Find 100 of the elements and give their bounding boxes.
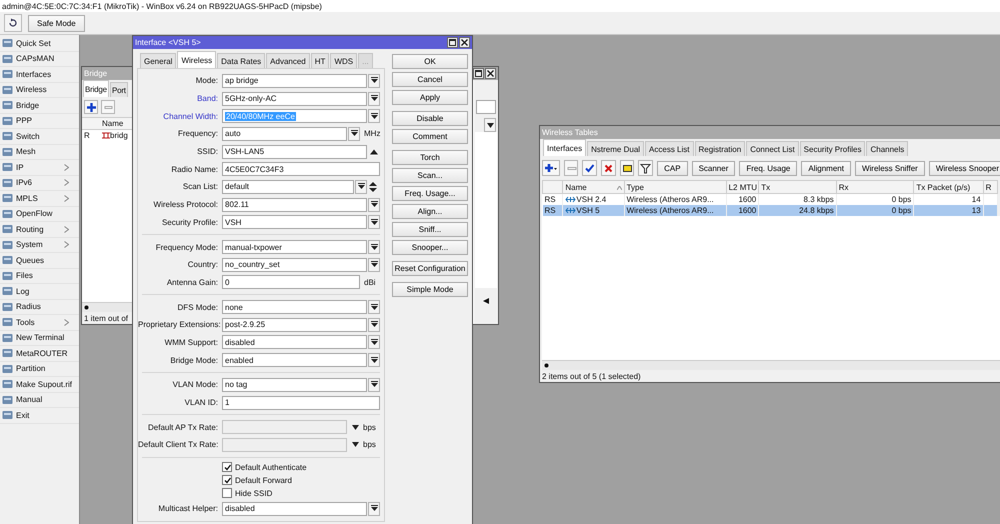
column-header[interactable]: Tx bbox=[761, 182, 770, 192]
sidebar-item[interactable]: Mesh bbox=[0, 144, 79, 160]
dropdown-button[interactable] bbox=[368, 502, 380, 516]
dropdown-arrow-icon[interactable] bbox=[352, 442, 359, 448]
dropdown-button[interactable] bbox=[368, 353, 380, 368]
note-icon[interactable] bbox=[622, 162, 633, 174]
dropdown-button[interactable] bbox=[368, 258, 380, 272]
input-field[interactable]: ap bridge bbox=[222, 74, 367, 88]
sidebar-item[interactable]: New Terminal bbox=[0, 330, 79, 346]
sidebar-item[interactable]: Switch bbox=[0, 129, 79, 144]
dialog-button[interactable]: Scan... bbox=[392, 168, 468, 183]
sidebar-item[interactable]: Tools bbox=[0, 315, 79, 330]
toolbar-button[interactable]: Scanner bbox=[692, 160, 736, 176]
input-field[interactable]: 802.11 bbox=[222, 198, 367, 212]
maximize-icon[interactable] bbox=[473, 68, 484, 79]
check-icon[interactable] bbox=[584, 162, 596, 174]
dropdown-button[interactable] bbox=[355, 180, 367, 194]
input-field[interactable]: manual-txpower bbox=[222, 240, 367, 254]
sidebar-item[interactable]: Quick Set bbox=[0, 36, 79, 52]
input-field[interactable] bbox=[476, 100, 496, 114]
dropdown-button[interactable] bbox=[368, 198, 380, 212]
sidebar-item[interactable]: Files bbox=[0, 268, 79, 284]
sidebar-item[interactable]: PPP bbox=[0, 114, 79, 129]
sidebar-item[interactable]: IPv6 bbox=[0, 176, 79, 191]
dropdown-button[interactable] bbox=[368, 335, 380, 350]
collapse-arrow-icon[interactable] bbox=[370, 148, 378, 155]
scroll-arrow-icon[interactable] bbox=[483, 298, 489, 304]
input-field[interactable]: post-2.9.25 bbox=[222, 318, 367, 332]
sidebar-item[interactable]: Partition bbox=[0, 362, 79, 377]
dialog-button[interactable]: Simple Mode bbox=[392, 282, 468, 297]
up-down-arrows-icon[interactable] bbox=[369, 182, 377, 192]
checkbox-option[interactable]: Default Authenticate bbox=[222, 460, 384, 474]
tab[interactable]: Wireless bbox=[177, 51, 216, 68]
tab[interactable]: Bridge bbox=[83, 80, 109, 97]
dropdown-button[interactable] bbox=[484, 118, 496, 132]
dialog-button[interactable]: Cancel bbox=[392, 72, 468, 87]
dialog-button[interactable]: Comment bbox=[392, 129, 468, 144]
tab[interactable]: Channels bbox=[866, 141, 908, 156]
dialog-button[interactable]: OK bbox=[392, 54, 468, 69]
dropdown-button[interactable] bbox=[368, 300, 380, 314]
dialog-button[interactable]: Torch bbox=[392, 150, 468, 165]
tab[interactable]: HT bbox=[310, 53, 330, 68]
sidebar-item[interactable]: Bridge bbox=[0, 98, 79, 114]
dropdown-button[interactable] bbox=[368, 74, 380, 88]
dialog-button[interactable]: Apply bbox=[392, 90, 468, 105]
input-field[interactable]: disabled bbox=[222, 335, 367, 350]
input-field[interactable]: none bbox=[222, 300, 367, 314]
sidebar-item[interactable]: OpenFlow bbox=[0, 206, 79, 222]
column-header[interactable]: Rx bbox=[838, 182, 849, 192]
dialog-button[interactable]: Snooper... bbox=[392, 240, 468, 255]
checkbox[interactable] bbox=[222, 462, 232, 472]
checkbox-option[interactable]: Default Forward bbox=[222, 474, 384, 487]
checkbox-option[interactable]: Hide SSID bbox=[222, 486, 384, 500]
toolbar-button[interactable]: Wireless Snooper bbox=[928, 160, 1000, 176]
dropdown-button[interactable] bbox=[368, 378, 380, 392]
tab[interactable]: General bbox=[140, 53, 176, 68]
sidebar-item[interactable]: Exit bbox=[0, 408, 79, 424]
input-field[interactable] bbox=[222, 420, 347, 434]
input-field[interactable]: 4C5E0C7C34F3 bbox=[222, 162, 380, 176]
tab[interactable]: Connect List bbox=[746, 141, 799, 156]
input-field[interactable]: no_country_set bbox=[222, 258, 367, 272]
sidebar-item[interactable]: Wireless bbox=[0, 82, 79, 98]
input-field[interactable]: 0 bbox=[222, 275, 360, 290]
dropdown-button[interactable] bbox=[368, 109, 380, 124]
sidebar-item[interactable]: Radius bbox=[0, 300, 79, 315]
close-icon[interactable] bbox=[459, 37, 470, 48]
filter-icon[interactable] bbox=[640, 162, 652, 174]
tab[interactable]: Data Rates bbox=[217, 53, 266, 68]
sidebar-item[interactable]: Log bbox=[0, 284, 79, 300]
cross-icon[interactable] bbox=[602, 162, 614, 174]
input-field[interactable]: disabled bbox=[222, 502, 367, 516]
sidebar-item[interactable]: Manual bbox=[0, 392, 79, 408]
dialog-button[interactable]: Align... bbox=[392, 204, 468, 219]
tab[interactable]: Interfaces bbox=[543, 139, 586, 156]
dialog-button[interactable]: Sniff... bbox=[392, 222, 468, 237]
tab[interactable]: WDS bbox=[330, 53, 358, 68]
dropdown-button[interactable] bbox=[368, 318, 380, 332]
dialog-button[interactable]: Freq. Usage... bbox=[392, 186, 468, 201]
toolbar-button[interactable]: Wireless Sniffer bbox=[854, 160, 925, 176]
tab[interactable]: Access List bbox=[645, 141, 694, 156]
dialog-button[interactable]: Reset Configuration bbox=[392, 261, 468, 276]
add-icon[interactable] bbox=[544, 162, 558, 174]
checkbox[interactable] bbox=[222, 475, 232, 486]
dropdown-arrow-icon[interactable] bbox=[352, 424, 359, 430]
dropdown-button[interactable] bbox=[368, 215, 380, 230]
tab[interactable]: Port bbox=[110, 82, 128, 97]
input-field[interactable]: no tag bbox=[222, 378, 367, 392]
tab[interactable]: Security Profiles bbox=[800, 141, 866, 156]
sidebar-item[interactable]: CAPsMAN bbox=[0, 52, 79, 67]
tab[interactable]: Advanced bbox=[266, 53, 310, 68]
dialog-button[interactable]: Disable bbox=[392, 111, 468, 126]
sidebar-item[interactable]: Routing bbox=[0, 222, 79, 238]
column-header[interactable]: Type bbox=[626, 182, 644, 192]
tab[interactable]: Registration bbox=[694, 141, 746, 156]
dropdown-button[interactable] bbox=[348, 126, 360, 141]
input-field[interactable]: default bbox=[222, 180, 354, 194]
sidebar-item[interactable]: MetaROUTER bbox=[0, 346, 79, 362]
input-field[interactable]: 1 bbox=[222, 396, 380, 410]
sidebar-item[interactable]: Interfaces bbox=[0, 67, 79, 82]
input-field[interactable]: VSH-LAN5 bbox=[222, 144, 367, 159]
